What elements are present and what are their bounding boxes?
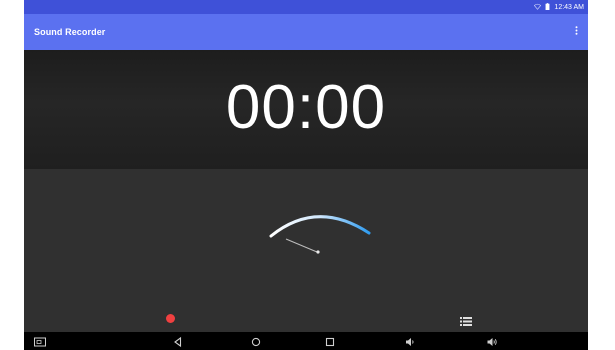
volume-down-icon[interactable] (404, 335, 416, 347)
recorder-panel (24, 169, 588, 332)
meter-pivot (316, 250, 320, 254)
status-time: 12:43 AM (554, 3, 584, 11)
navigation-bar (24, 332, 588, 350)
battery-icon (545, 2, 550, 12)
list-icon[interactable] (460, 313, 472, 326)
record-button[interactable] (166, 314, 175, 323)
meter-arc (269, 215, 371, 238)
wifi-icon (534, 3, 542, 12)
app-title: Sound Recorder (34, 27, 106, 37)
screenshot-icon[interactable] (34, 335, 46, 347)
back-icon[interactable] (172, 335, 184, 348)
recorder-controls (24, 304, 588, 332)
sound-recorder-screen: 12:43 AM Sound Recorder 00:00 (24, 0, 588, 350)
elapsed-time: 00:00 (225, 73, 387, 142)
app-bar: Sound Recorder (24, 14, 588, 50)
status-bar: 12:43 AM (24, 0, 588, 14)
home-icon[interactable] (250, 335, 262, 347)
timer-panel: 00:00 (24, 50, 588, 169)
more-vert-icon[interactable] (573, 26, 580, 38)
recents-icon[interactable] (324, 335, 336, 347)
meter-needle (285, 238, 318, 253)
volume-meter (269, 215, 371, 254)
volume-up-icon[interactable] (486, 335, 498, 347)
